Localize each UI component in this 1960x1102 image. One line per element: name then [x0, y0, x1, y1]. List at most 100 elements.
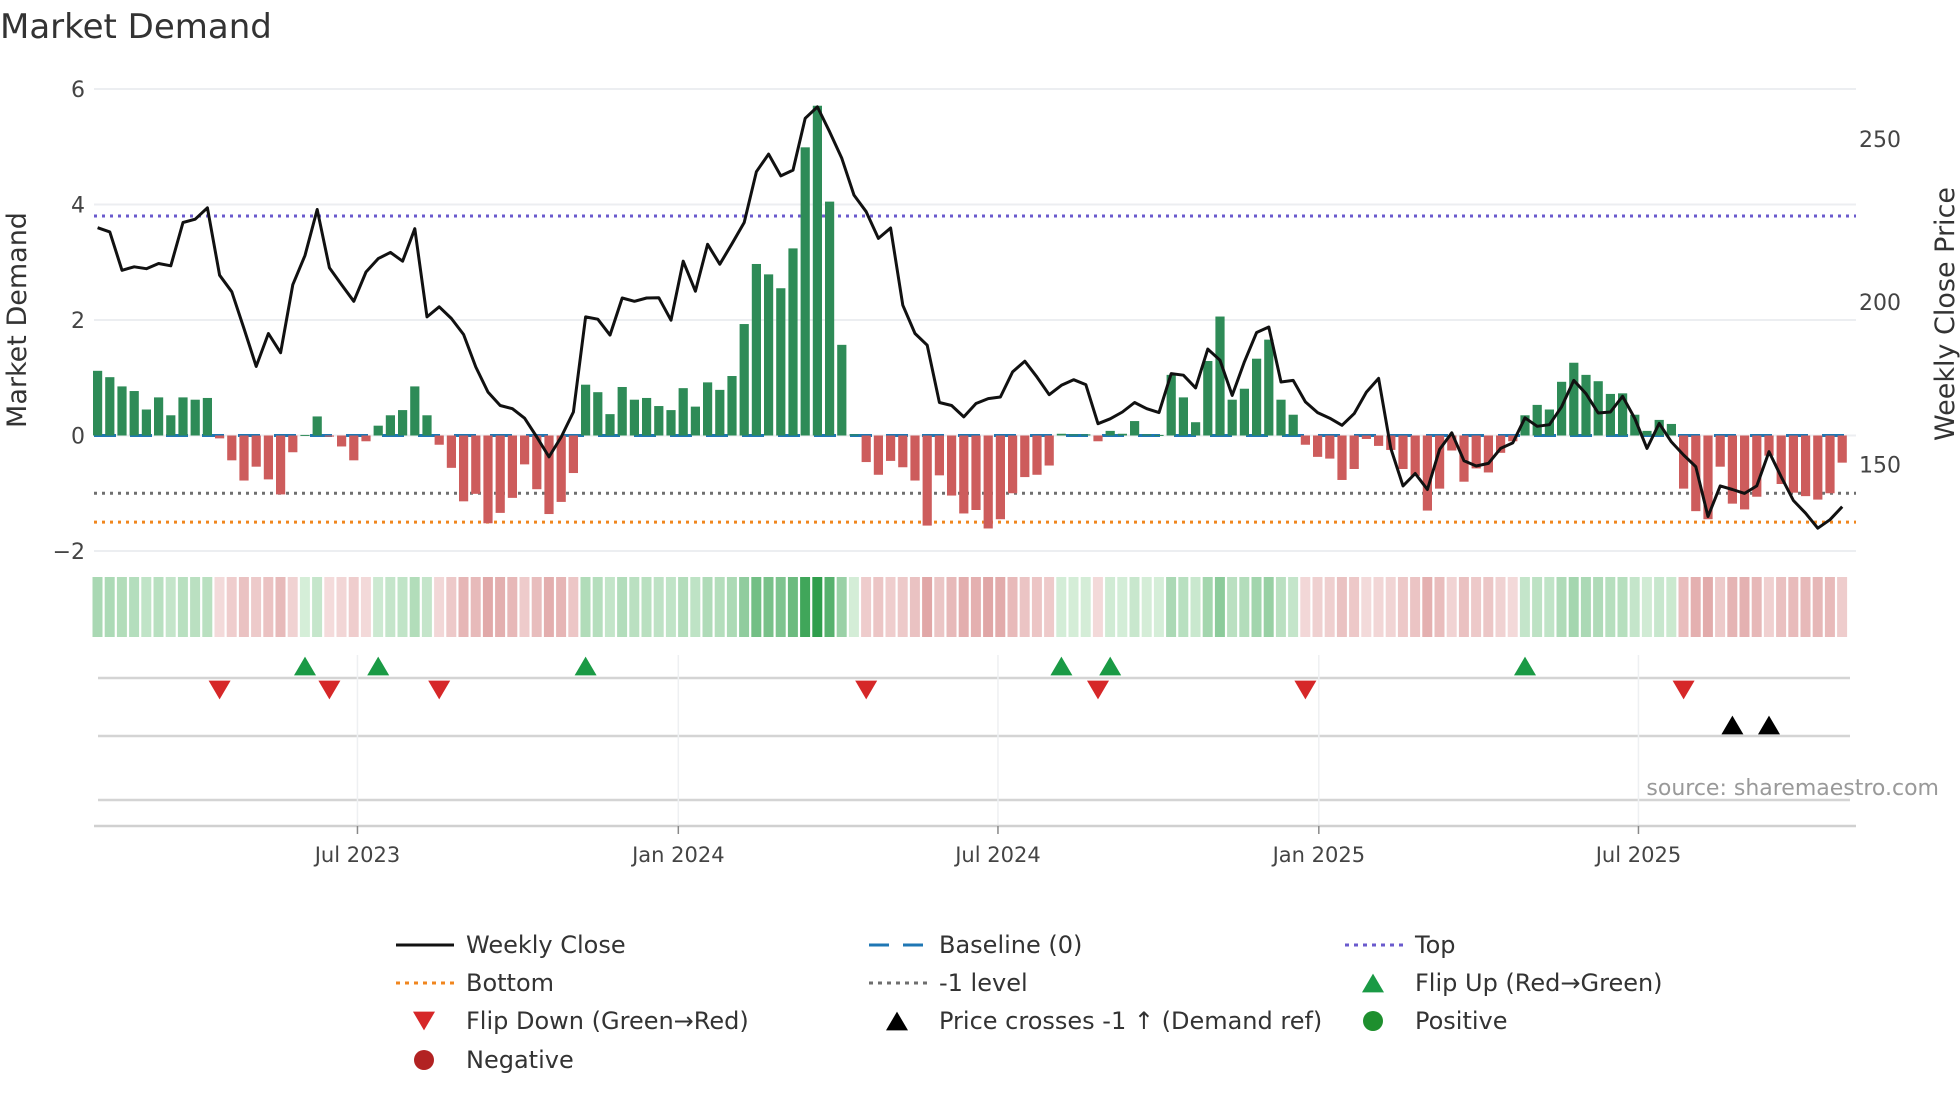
positive-demand-bar — [1056, 433, 1066, 436]
positive-demand-bar — [178, 397, 188, 436]
positive-demand-bar — [1276, 399, 1286, 436]
positive-demand-bar — [1105, 430, 1115, 436]
legend-triangle-down-icon — [413, 1011, 435, 1031]
flip-down-marker — [1672, 680, 1695, 700]
price-cross-marker — [1758, 715, 1780, 735]
heat-cell — [238, 577, 249, 637]
positive-demand-bar — [715, 389, 725, 436]
heat-cell — [1556, 577, 1567, 637]
heat-cell — [116, 577, 127, 637]
heat-cell — [251, 577, 262, 637]
heat-cell — [1190, 577, 1201, 637]
positive-demand-bar — [812, 105, 822, 436]
heat-cell — [1056, 577, 1067, 637]
heat-cell — [787, 577, 798, 637]
negative-demand-bar — [239, 435, 249, 481]
heat-cell — [1044, 577, 1055, 637]
heat-cell — [1373, 577, 1384, 637]
legend-label: Baseline (0) — [939, 931, 1082, 959]
heat-cell — [848, 577, 859, 637]
positive-demand-bar — [300, 434, 310, 436]
positive-demand-bar — [105, 377, 115, 436]
legend-label: Flip Down (Green→Red) — [466, 1007, 749, 1035]
positive-demand-bar — [1178, 397, 1188, 436]
heat-cell — [543, 577, 554, 637]
positive-demand-bar — [849, 434, 859, 436]
heat-cell — [153, 577, 164, 637]
heat-cell — [1214, 577, 1225, 637]
heat-cell — [482, 577, 493, 637]
positive-demand-bar — [190, 399, 200, 436]
heat-cell — [775, 577, 786, 637]
negative-demand-bar — [251, 435, 261, 467]
heat-cell — [1690, 577, 1701, 637]
heat-cell — [1202, 577, 1213, 637]
flip-down-marker — [318, 680, 341, 700]
y2-tick-label: 250 — [1859, 128, 1901, 153]
heat-cell — [629, 577, 640, 637]
positive-demand-bar — [678, 388, 688, 436]
positive-demand-bar — [666, 410, 676, 436]
heat-cell — [1117, 577, 1128, 637]
positive-demand-bar — [825, 201, 835, 436]
y-tick-label: 0 — [71, 425, 85, 450]
heat-cell — [1300, 577, 1311, 637]
heat-cell — [836, 577, 847, 637]
x-tick-label: Jul 2025 — [1594, 843, 1681, 867]
legend-item: Weekly Close — [396, 931, 626, 959]
heat-cell — [1007, 577, 1018, 637]
positive-demand-bar — [1264, 339, 1274, 436]
heat-cell — [1739, 577, 1750, 637]
y-tick-label: −2 — [53, 540, 85, 565]
heat-cell — [1410, 577, 1421, 637]
y2-axis-title: Weekly Close Price — [1930, 187, 1960, 441]
heat-cell — [726, 577, 737, 637]
heat-cell — [287, 577, 298, 637]
positive-demand-bar — [202, 397, 212, 436]
negative-demand-bar — [959, 435, 969, 514]
negative-demand-bar — [1032, 435, 1042, 475]
positive-demand-bar — [1532, 404, 1542, 436]
negative-demand-bar — [1740, 435, 1750, 510]
negative-demand-bar — [483, 435, 493, 524]
positive-demand-bar — [1154, 434, 1164, 436]
heat-cell — [141, 577, 152, 637]
flip-down-marker — [1294, 680, 1317, 700]
heat-cell — [983, 577, 994, 637]
y-tick-label: 2 — [71, 309, 85, 334]
negative-demand-bar — [1093, 435, 1103, 442]
legend-dot-icon — [1363, 1011, 1383, 1031]
legend-triangle-up-icon — [886, 1011, 908, 1031]
heat-cell — [580, 577, 591, 637]
negative-demand-bar — [1300, 435, 1310, 445]
heat-cell — [1080, 577, 1091, 637]
positive-demand-bar — [727, 376, 737, 436]
heat-cell — [458, 577, 469, 637]
positive-demand-bar — [605, 414, 615, 436]
heat-cell — [1507, 577, 1518, 637]
heat-cell — [324, 577, 335, 637]
positive-demand-bar — [1215, 316, 1225, 436]
negative-demand-bar — [288, 435, 298, 453]
positive-demand-bar — [629, 399, 639, 436]
y-axis-title: Market Demand — [2, 212, 33, 428]
negative-demand-bar — [861, 435, 871, 463]
heat-cell — [1031, 577, 1042, 637]
negative-demand-bar — [995, 435, 1005, 520]
negative-demand-bar — [507, 435, 517, 498]
heat-cell — [1605, 577, 1616, 637]
positive-demand-bar — [776, 288, 786, 436]
heat-cell — [1617, 577, 1628, 637]
flip-down-marker — [855, 680, 878, 700]
positive-demand-bar — [593, 392, 603, 436]
negative-demand-bar — [1801, 435, 1811, 497]
heat-cell — [263, 577, 274, 637]
heat-cell — [861, 577, 872, 637]
heat-cell — [1763, 577, 1774, 637]
positive-demand-bar — [1227, 399, 1237, 436]
heat-cell — [312, 577, 323, 637]
heat-cell — [190, 577, 201, 637]
flip-up-marker — [1050, 656, 1073, 676]
positive-demand-bar — [312, 416, 322, 436]
heat-cell — [1678, 577, 1689, 637]
